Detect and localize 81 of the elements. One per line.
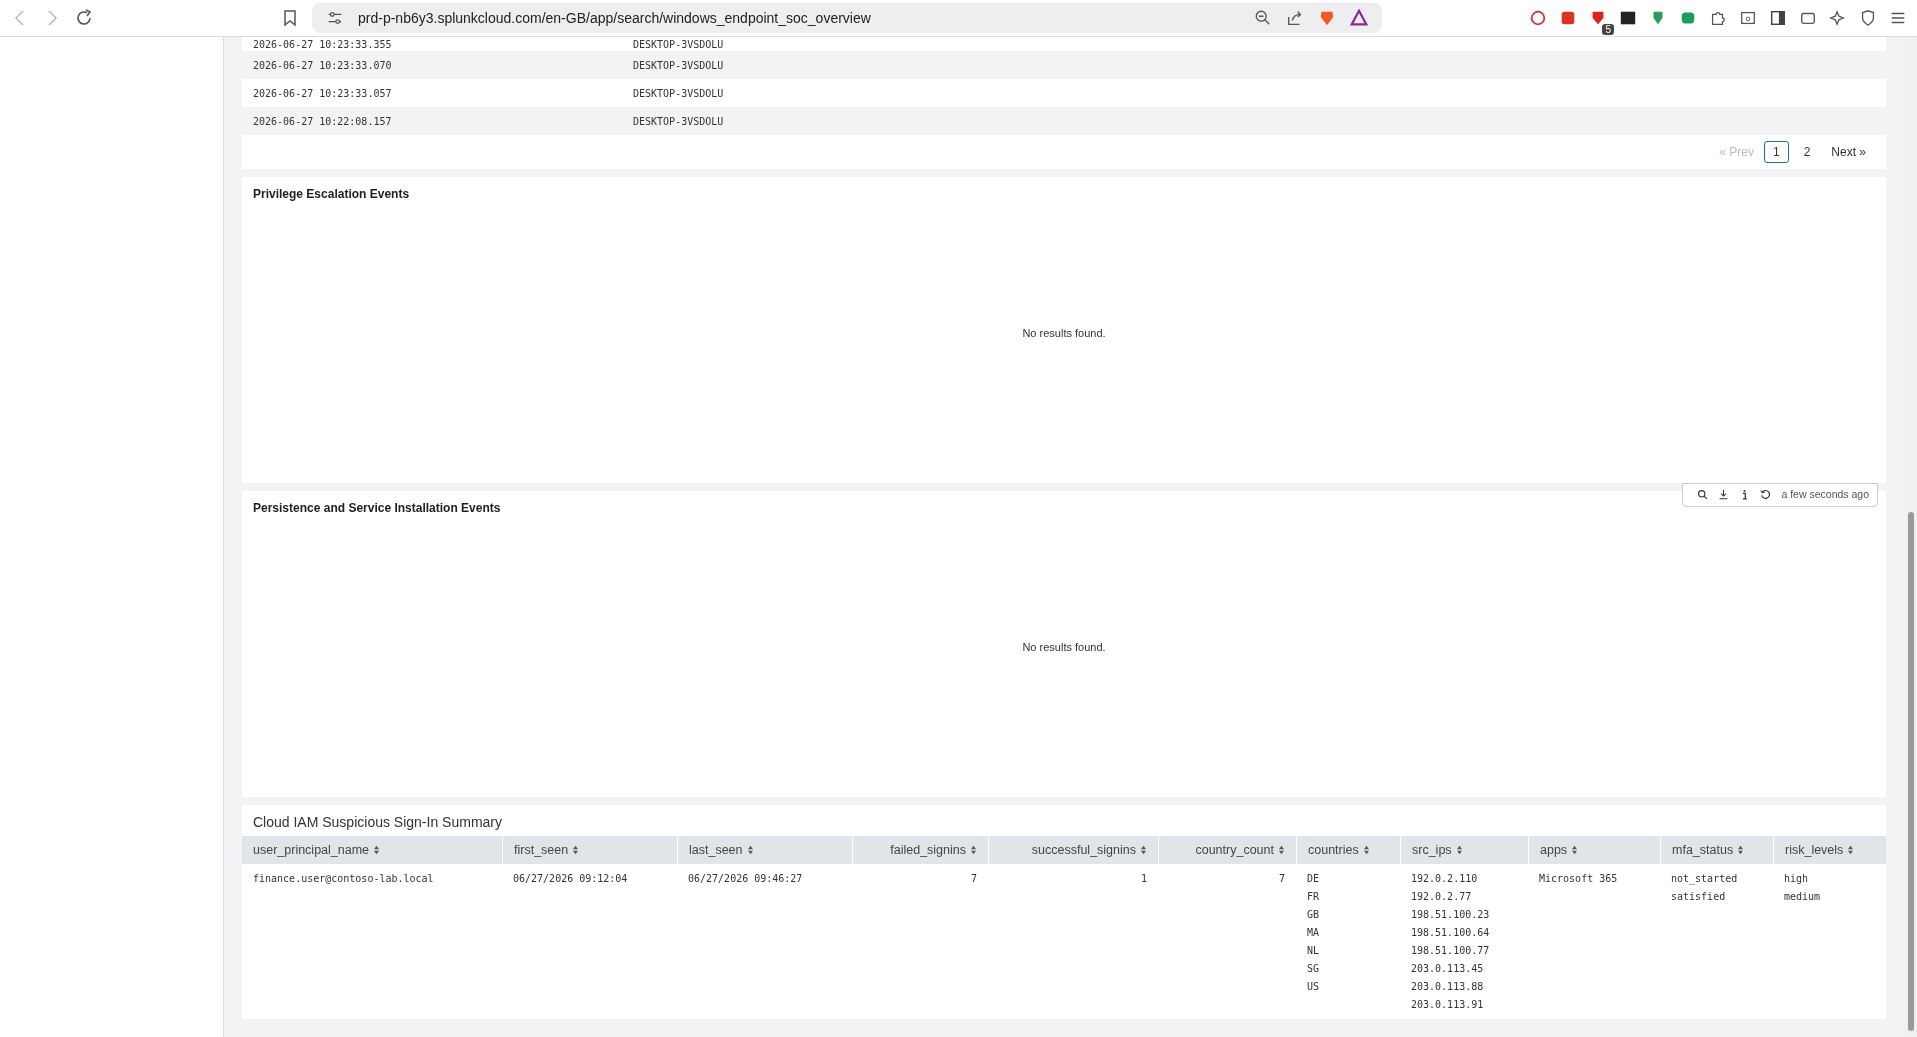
next-link[interactable]: Next »	[1831, 145, 1866, 159]
column-header[interactable]: src_ips	[1400, 836, 1528, 864]
table-cell-text: 192.0.2.77	[1411, 890, 1473, 904]
sort-icon[interactable]	[1455, 845, 1463, 855]
table-cell-text: 192.0.2.110	[1411, 872, 1479, 886]
table-cell-text: MA	[1307, 926, 1321, 940]
sort-icon[interactable]	[1737, 845, 1745, 855]
column-header[interactable]: apps	[1528, 836, 1660, 864]
download-icon[interactable]	[1718, 488, 1730, 500]
sidebar-icon[interactable]	[1769, 9, 1787, 27]
sparkle-icon[interactable]	[1829, 9, 1847, 27]
empty-message: No results found.	[1022, 327, 1106, 339]
table-cell-text: medium	[1784, 890, 1822, 904]
triangle-icon[interactable]	[1350, 9, 1368, 27]
table-cell: DESKTOP-3VSDOLU	[633, 115, 724, 127]
table-cell: DESKTOP-3VSDOLU	[633, 59, 724, 71]
table-cell-text: not_started	[1671, 872, 1739, 886]
table-cell-text: high	[1784, 872, 1810, 886]
table-cell: DESKTOP-3VSDOLU	[633, 38, 724, 50]
table-cell-text: 198.51.100.23	[1411, 908, 1491, 922]
page-link[interactable]: 1	[1763, 141, 1789, 163]
search-icon[interactable]	[1697, 488, 1709, 500]
column-header[interactable]: failed_signins	[852, 836, 988, 864]
sort-icon[interactable]	[1847, 845, 1855, 855]
column-header[interactable]: last_seen	[677, 836, 852, 864]
sort-icon[interactable]	[746, 845, 754, 855]
extension-icon[interactable]	[1619, 9, 1637, 27]
column-header[interactable]: countries	[1296, 836, 1400, 864]
panel-title: Privilege Escalation Events	[253, 187, 411, 201]
table-cell-text: US	[1307, 980, 1321, 994]
extension-badge: 5	[1602, 24, 1614, 35]
sort-icon[interactable]	[1571, 845, 1579, 855]
table-cell-text: 2026-06-27 10:23:33.057	[253, 87, 393, 99]
site-settings-icon[interactable]	[326, 9, 344, 27]
table-cell-text: 2026-06-27 10:22:08.157	[253, 115, 393, 127]
sort-icon[interactable]	[1278, 845, 1285, 855]
reload-icon[interactable]	[74, 8, 94, 28]
panel-title: Cloud IAM Suspicious Sign-In Summary	[252, 813, 503, 832]
table-cell-text: SG	[1307, 962, 1321, 976]
zoom-out-icon[interactable]	[1254, 9, 1272, 27]
sort-icon[interactable]	[970, 845, 977, 855]
table-cell-text: 198.51.100.77	[1411, 944, 1491, 958]
table-cell-text: Microsoft 365	[1539, 872, 1619, 886]
table-cell-text: 203.0.113.91	[1411, 998, 1485, 1012]
table-cell-text: satisfied	[1671, 890, 1727, 904]
sort-icon[interactable]	[1362, 845, 1370, 855]
column-header[interactable]: mfa_status	[1660, 836, 1773, 864]
table-cell: 7	[1278, 872, 1285, 886]
scrollbar-thumb[interactable]	[1908, 512, 1914, 1031]
table-cell-text: 2026-06-27 10:23:33.070	[253, 59, 393, 71]
sort-icon[interactable]	[572, 845, 580, 855]
table-cell-text: 06/27/2026 09:46:27	[688, 872, 804, 886]
table-cell-text: NL	[1307, 944, 1321, 958]
sort-icon[interactable]	[373, 845, 381, 855]
panel-title: Persistence and Service Installation Events	[253, 501, 502, 515]
share-icon[interactable]	[1286, 9, 1304, 27]
column-header[interactable]: first_seen	[502, 836, 677, 864]
column-header[interactable]: successful_signins	[988, 836, 1158, 864]
table-cell: 1	[1140, 872, 1147, 886]
table-cell-text: FR	[1307, 890, 1321, 904]
refresh-icon[interactable]	[1760, 488, 1772, 500]
page-link[interactable]: 2	[1794, 141, 1820, 163]
table-cell-text: 203.0.113.88	[1411, 980, 1485, 994]
table-cell-text: GB	[1307, 908, 1321, 922]
table-cell-text: DE	[1307, 872, 1321, 886]
table-cell-text: finance.user@contoso-lab.local	[253, 872, 435, 886]
window-search-icon[interactable]	[1739, 9, 1757, 27]
table-cell-text: 06/27/2026 09:12:04	[513, 872, 629, 886]
table-cell-text: 198.51.100.64	[1411, 926, 1491, 940]
column-header[interactable]: country_count	[1158, 836, 1296, 864]
table-cell: DESKTOP-3VSDOLU	[633, 87, 724, 99]
table-cell-text: 2026-06-27 10:23:33.355	[253, 38, 393, 50]
vpn-shield-icon[interactable]	[1859, 9, 1877, 27]
table-cell-text: 203.0.113.45	[1411, 962, 1485, 976]
column-header[interactable]: user_principal_name	[242, 836, 502, 864]
empty-message: No results found.	[1022, 641, 1106, 653]
column-header[interactable]: risk_levels	[1773, 836, 1886, 864]
table-cell: 7	[970, 872, 977, 886]
sort-icon[interactable]	[1140, 845, 1147, 855]
refresh-time: a few seconds ago	[1781, 488, 1869, 500]
puzzle-icon[interactable]	[1709, 9, 1727, 27]
